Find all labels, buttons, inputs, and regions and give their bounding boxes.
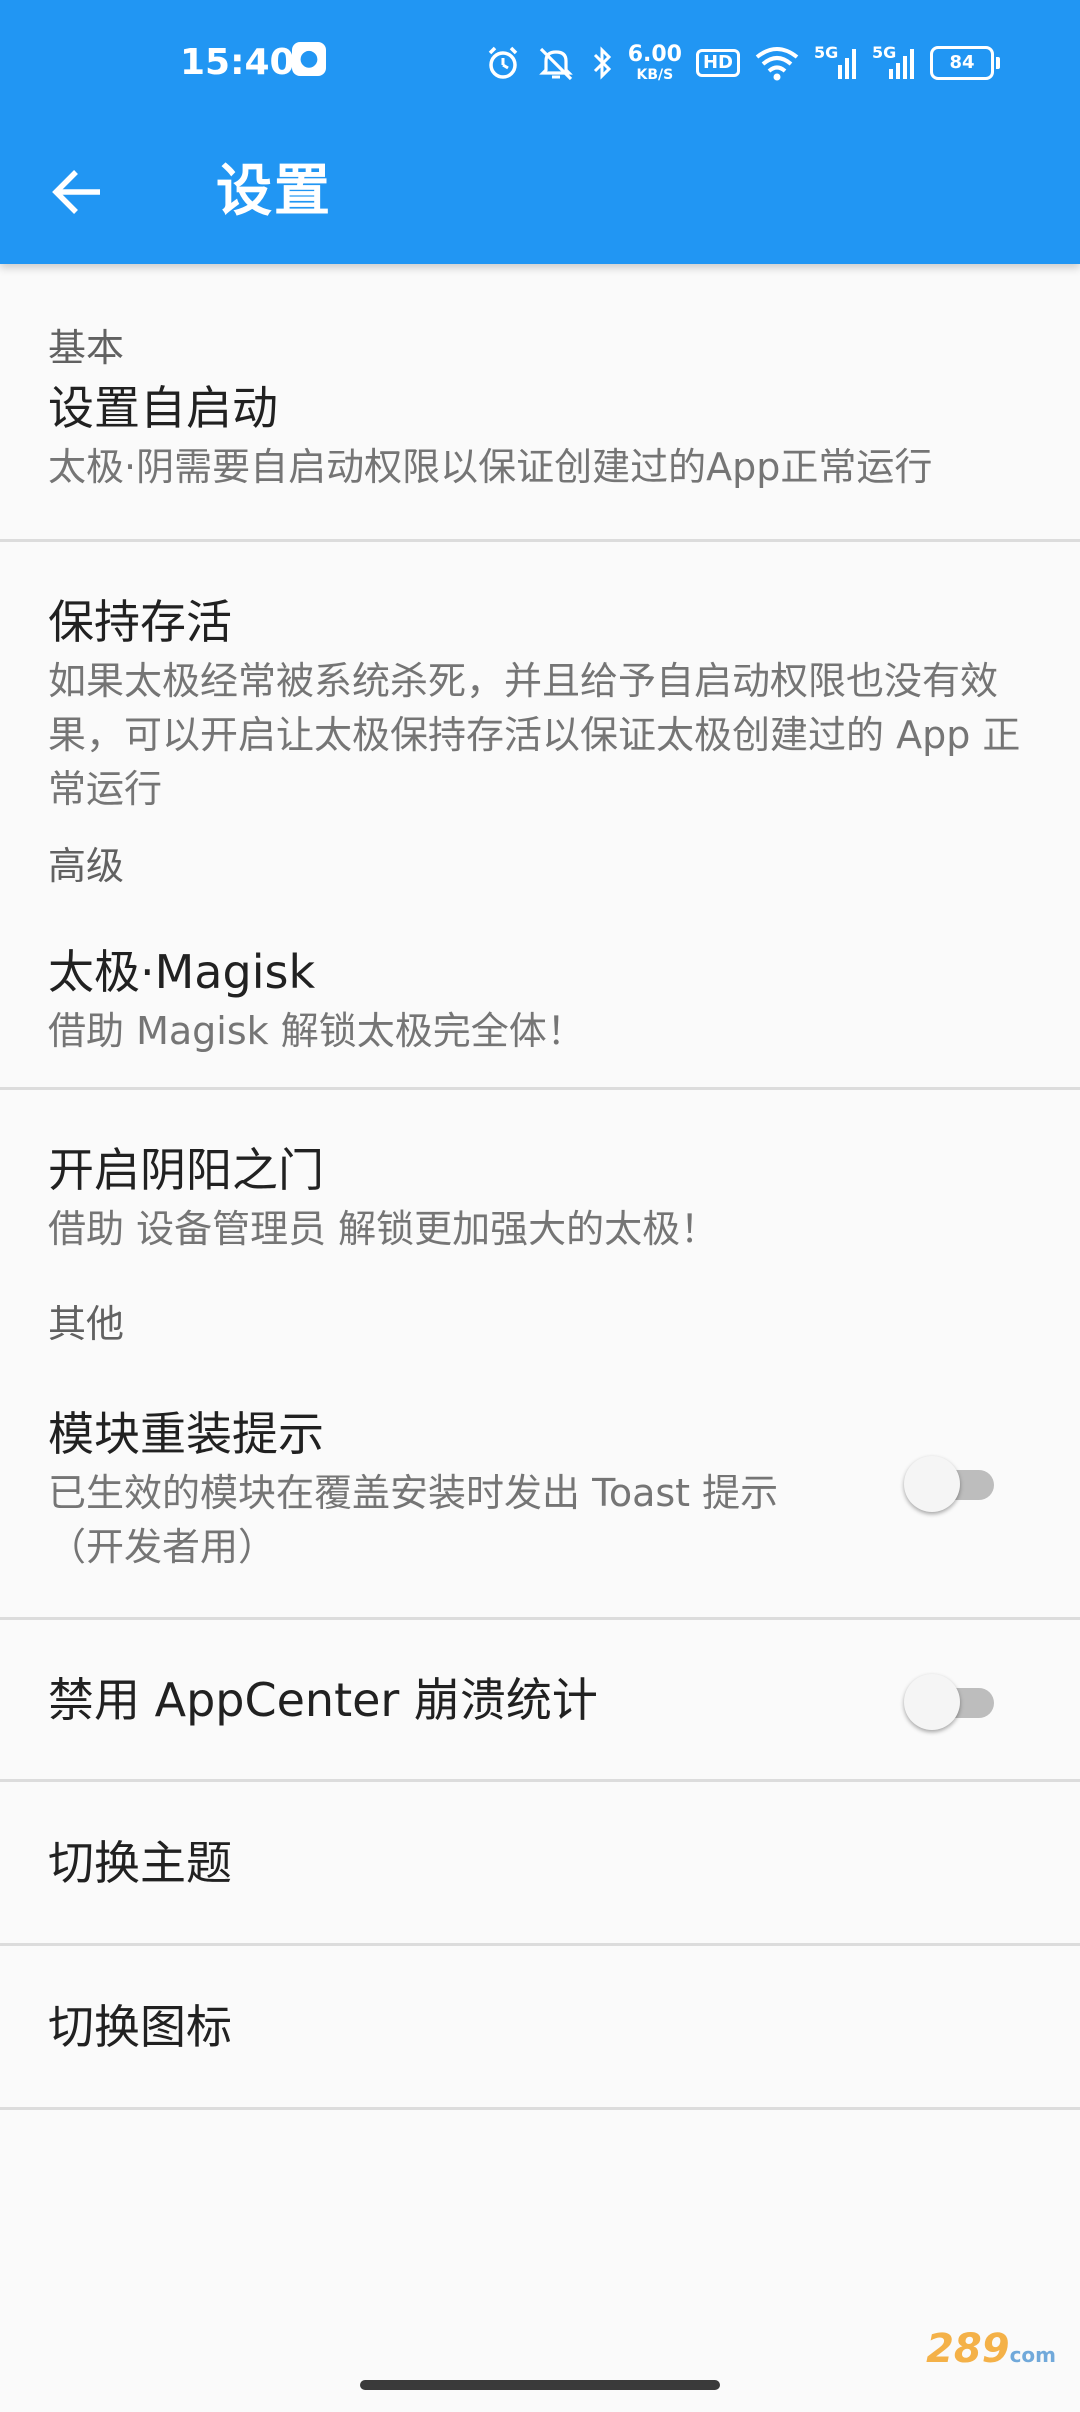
signal-sim1: 5G	[814, 43, 858, 81]
status-time: 15:40	[180, 42, 295, 83]
page-title: 设置	[216, 159, 332, 224]
pref-keepalive[interactable]: 保持存活 如果太极经常被系统杀死，并且给予自启动权限也没有效果，可以开启让太极保…	[0, 542, 1080, 842]
pref-autostart-summary: 太极·阴需要自启动权限以保证创建过的App正常运行	[48, 445, 933, 489]
battery-level: 84	[930, 46, 994, 80]
pref-magisk[interactable]: 太极·Magisk 借助 Magisk 解锁太极完全体！	[0, 912, 1080, 1090]
app-bar: 15:40 ● 6.00 KB/S HD 5G 5G 84 设置	[0, 0, 1080, 264]
pref-theme[interactable]: 切换主题	[0, 1782, 1080, 1946]
pref-keepalive-title: 保持存活	[48, 595, 232, 649]
pref-icon[interactable]: 切换图标	[0, 1946, 1080, 2110]
baidu-icon: ●	[292, 42, 326, 76]
pref-appcenter[interactable]: 禁用 AppCenter 崩溃统计	[0, 1620, 1080, 1782]
signal-icon	[889, 49, 914, 79]
pref-autostart[interactable]: 设置自启动 太极·阴需要自启动权限以保证创建过的App正常运行	[0, 374, 1080, 542]
arrow-left-icon	[52, 170, 100, 214]
watermark-logo: 289com	[926, 2326, 1056, 2372]
watermark-suffix: com	[1009, 2343, 1056, 2367]
pref-reinstall-tip-title: 模块重装提示	[48, 1407, 324, 1461]
mute-icon	[538, 47, 573, 81]
battery-icon: 84	[930, 46, 1000, 80]
alarm-icon	[488, 46, 517, 79]
pref-appcenter-title: 禁用 AppCenter 崩溃统计	[48, 1672, 598, 1727]
pref-yinyang-summary: 借助 设备管理员 解锁更加强大的太极！	[48, 1207, 719, 1251]
pref-icon-title: 切换图标	[48, 1999, 232, 2054]
pref-reinstall-tip-summary: 已生效的模块在覆盖安装时发出 Toast 提示（开发者用）	[48, 1471, 779, 1569]
settings-list: 基本 设置自启动 太极·阴需要自启动权限以保证创建过的App正常运行 保持存活 …	[0, 264, 1080, 2110]
net-speed: 6.00 KB/S	[627, 42, 682, 83]
pref-yinyang[interactable]: 开启阴阳之门 借助 设备管理员 解锁更加强大的太极！	[0, 1090, 1080, 1290]
pref-reinstall-tip[interactable]: 模块重装提示 已生效的模块在覆盖安装时发出 Toast 提示（开发者用）	[0, 1370, 1080, 1620]
net-speed-unit: KB/S	[636, 67, 674, 83]
status-bar: 15:40 ● 6.00 KB/S HD 5G 5G 84	[0, 0, 1080, 120]
wifi-icon	[755, 47, 799, 81]
reinstall-tip-switch[interactable]	[904, 1454, 1000, 1514]
pref-magisk-title: 太极·Magisk	[48, 945, 316, 999]
net-speed-value: 6.00	[627, 42, 682, 67]
signal-icon	[838, 49, 856, 79]
signal-sim2: 5G	[872, 43, 916, 81]
bluetooth-icon	[593, 46, 611, 80]
back-button[interactable]	[38, 152, 118, 232]
pref-magisk-summary: 借助 Magisk 解锁太极完全体！	[48, 1009, 585, 1053]
pref-keepalive-summary: 如果太极经常被系统杀死，并且给予自启动权限也没有效果，可以开启让太极保持存活以保…	[48, 659, 1021, 811]
gesture-nav-handle[interactable]	[360, 2380, 720, 2390]
toolbar: 设置	[0, 120, 1080, 264]
pref-autostart-title: 设置自启动	[48, 381, 278, 435]
status-icons: 6.00 KB/S HD 5G 5G 84	[484, 38, 1000, 88]
watermark-brand: 289	[926, 2326, 1010, 2372]
pref-yinyang-title: 开启阴阳之门	[48, 1143, 324, 1197]
hd-badge: HD	[695, 49, 740, 77]
pref-theme-title: 切换主题	[48, 1835, 232, 1890]
appcenter-switch[interactable]	[904, 1672, 1000, 1732]
